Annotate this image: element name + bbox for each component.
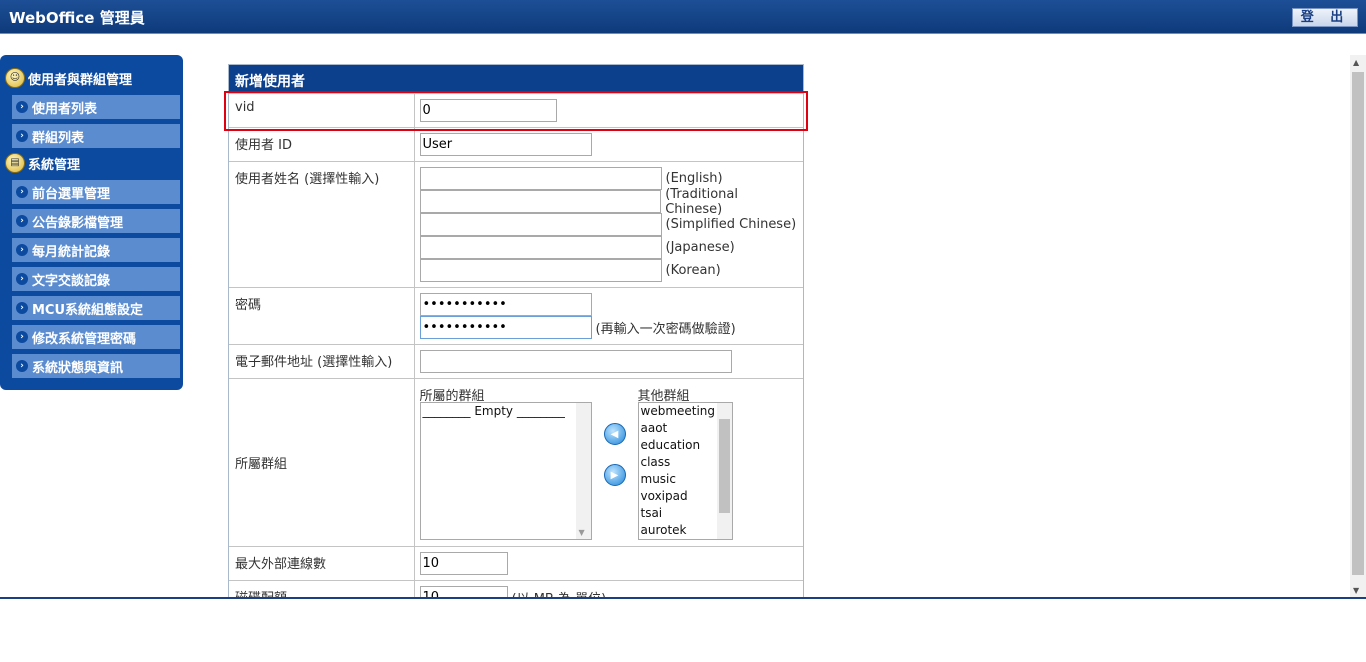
other-groups-list[interactable]: webmeeting aaot education class music vo… (637, 402, 733, 540)
page-scrollbar[interactable]: ▲ ▼ (1350, 55, 1366, 598)
app-title: WebOffice 管理員 (9, 9, 145, 27)
sidebar-item-group-list[interactable]: › 群組列表 (12, 124, 180, 148)
top-bar: WebOffice 管理員 登 出 (0, 0, 1366, 34)
email-label: 電子郵件地址 (選擇性輸入) (229, 344, 415, 379)
user-id-label: 使用者 ID (229, 127, 415, 162)
add-user-panel: 新增使用者 vid 使用者 ID 使用者姓名 (選擇性輸入) (English)… (228, 64, 804, 598)
sidebar-item-label: 修改系統管理密碼 (32, 331, 137, 347)
move-right-arrow-icon[interactable]: ▶ (603, 464, 626, 486)
groups-label: 所屬群組 (229, 378, 415, 547)
system-icon: ▤ (5, 153, 25, 173)
scrollbar[interactable] (716, 403, 732, 539)
sidebar-group-label: 使用者與群組管理 (28, 72, 133, 88)
sidebar: ☺ 使用者與群組管理 › 使用者列表 › 群組列表 ▤ 系統管理 › 前台選單管… (0, 55, 183, 390)
user-id-input[interactable] (419, 133, 592, 156)
chevron-right-icon: › (16, 215, 28, 227)
lang-english-label: (English) (665, 171, 723, 186)
name-korean-input[interactable] (419, 259, 662, 282)
scrollbar-thumb[interactable] (1352, 72, 1364, 575)
chevron-right-icon: › (16, 130, 28, 142)
chevron-right-icon: › (16, 186, 28, 198)
add-user-form: vid 使用者 ID 使用者姓名 (選擇性輸入) (English) (Trad… (229, 93, 803, 597)
lang-traditional-chinese-label: (Traditional Chinese) (665, 186, 738, 217)
name-simplified-chinese-input[interactable] (419, 213, 662, 236)
password-input[interactable] (419, 293, 592, 316)
move-left-arrow-icon[interactable]: ◀ (603, 423, 626, 445)
chevron-right-icon: › (16, 273, 28, 285)
sidebar-item-mcu-config[interactable]: › MCU系統組態設定 (12, 296, 180, 320)
password-confirm-note: (再輸入一次密碼做驗證) (595, 322, 736, 337)
scroll-down-icon[interactable]: ▼ (1353, 586, 1359, 595)
name-english-input[interactable] (419, 167, 662, 190)
sidebar-group-label: 系統管理 (28, 157, 81, 173)
scroll-up-icon[interactable]: ▲ (1353, 58, 1359, 67)
chevron-right-icon: › (16, 360, 28, 372)
chevron-right-icon: › (16, 331, 28, 343)
max-ext-input[interactable] (419, 552, 508, 575)
sidebar-item-change-password[interactable]: › 修改系統管理密碼 (12, 325, 180, 349)
sidebar-item-system-status[interactable]: › 系統狀態與資訊 (12, 354, 180, 378)
sidebar-item-menu-mgmt[interactable]: › 前台選單管理 (12, 180, 180, 204)
name-traditional-chinese-input[interactable] (419, 190, 662, 213)
sidebar-group-users[interactable]: ☺ 使用者與群組管理 (5, 68, 132, 88)
sidebar-item-label: 使用者列表 (32, 101, 98, 117)
chevron-right-icon: › (16, 101, 28, 113)
other-groups-label: 其他群組 (637, 389, 690, 404)
member-groups-list[interactable]: ________ Empty ________ ▼ (419, 402, 592, 540)
vid-label: vid (229, 93, 415, 128)
password-confirm-input[interactable] (419, 316, 592, 339)
name-japanese-input[interactable] (419, 236, 662, 259)
sidebar-item-label: 前台選單管理 (32, 186, 111, 202)
vid-input[interactable] (419, 99, 557, 122)
sidebar-item-label: 每月統計記錄 (32, 244, 111, 260)
user-name-label: 使用者姓名 (選擇性輸入) (229, 161, 415, 288)
lang-korean-label: (Korean) (665, 263, 721, 278)
member-groups-label: 所屬的群組 (419, 389, 485, 404)
bottom-divider (0, 597, 1366, 599)
scrollbar-thumb[interactable] (718, 419, 730, 513)
list-item[interactable]: ________ Empty ________ (421, 403, 591, 420)
sidebar-item-chat-log[interactable]: › 文字交談記錄 (12, 267, 180, 291)
sidebar-item-label: 文字交談記錄 (32, 273, 111, 289)
password-label: 密碼 (229, 287, 415, 345)
users-icon: ☺ (5, 68, 25, 88)
chevron-right-icon: › (16, 244, 28, 256)
sidebar-item-user-list[interactable]: › 使用者列表 (12, 95, 180, 119)
lang-japanese-label: (Japanese) (665, 240, 735, 255)
sidebar-item-label: 公告錄影檔管理 (32, 215, 124, 231)
max-ext-label: 最大外部連線數 (229, 546, 415, 581)
lang-simplified-chinese-label: (Simplified Chinese) (665, 217, 797, 232)
sidebar-item-label: 系統狀態與資訊 (32, 360, 124, 376)
disk-quota-label: 磁碟配額 (229, 580, 415, 597)
email-input[interactable] (419, 350, 732, 373)
sidebar-item-label: MCU系統組態設定 (32, 302, 144, 318)
sidebar-item-label: 群組列表 (32, 130, 85, 146)
scrollbar[interactable]: ▼ (575, 403, 591, 539)
chevron-right-icon: › (16, 302, 28, 314)
panel-title: 新增使用者 (229, 65, 803, 93)
sidebar-group-system[interactable]: ▤ 系統管理 (5, 153, 80, 173)
sidebar-item-monthly-stats[interactable]: › 每月統計記錄 (12, 238, 180, 262)
logout-button[interactable]: 登 出 (1292, 8, 1358, 27)
sidebar-item-recording-mgmt[interactable]: › 公告錄影檔管理 (12, 209, 180, 233)
